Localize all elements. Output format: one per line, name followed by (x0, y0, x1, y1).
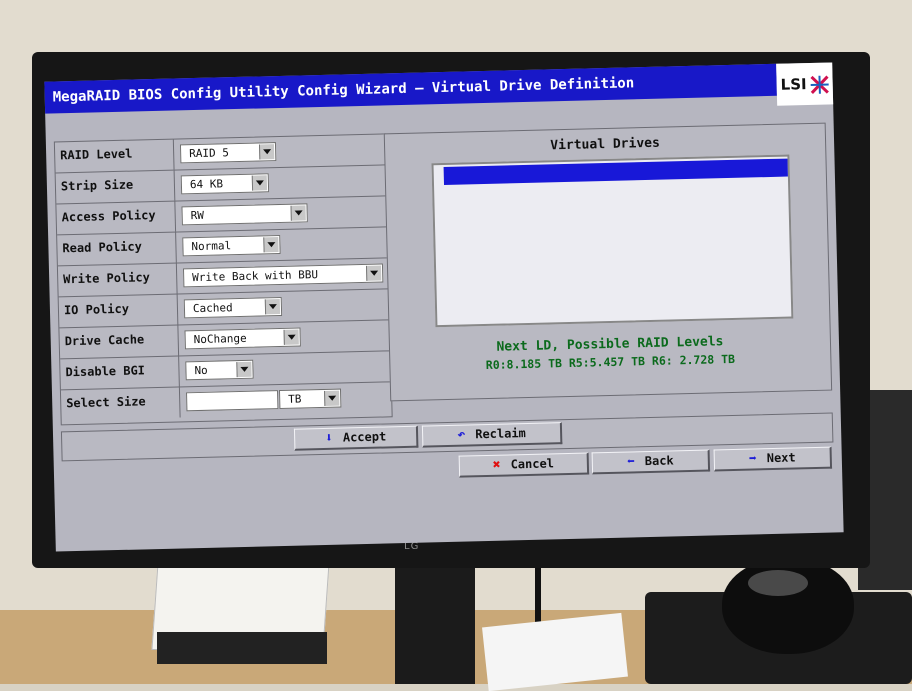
virtual-drives-title: Virtual Drives (550, 135, 661, 154)
virtual-drives-panel: Virtual Drives Next LD, Possible RAID Le… (383, 122, 833, 402)
monitor-stand (395, 560, 475, 684)
chevron-down-icon[interactable] (236, 361, 252, 378)
accept-button[interactable]: ⬇ Accept (293, 425, 419, 451)
io-policy-dropdown[interactable]: Cached (183, 296, 283, 319)
red-x-icon: ✖ (492, 457, 501, 473)
size-unit-dropdown[interactable]: TB (278, 388, 342, 410)
accept-label: Accept (342, 429, 387, 445)
drive-cache-label: Drive Cache (64, 332, 145, 349)
lsi-logo: LSI (776, 62, 834, 106)
right-arrow-icon: ➡ (748, 451, 757, 467)
select-size-label: Select Size (66, 394, 146, 411)
strip-size-dropdown[interactable]: 64 KB (180, 173, 270, 195)
desk-calendar-base (157, 632, 327, 664)
left-arrow-icon: ⬅ (626, 454, 635, 470)
cancel-label: Cancel (510, 456, 555, 472)
io-policy-value: Cached (192, 301, 233, 316)
access-policy-dropdown[interactable]: RW (181, 203, 308, 226)
disable-bgi-value: No (194, 363, 208, 378)
select-size-input[interactable] (186, 390, 279, 412)
access-policy-value: RW (190, 208, 205, 223)
write-policy-label: Write Policy (63, 270, 151, 287)
read-policy-label: Read Policy (62, 239, 143, 256)
write-policy-value: Write Back with BBU (192, 268, 319, 285)
virtual-drives-list[interactable] (431, 154, 794, 328)
computer-mouse (722, 558, 854, 654)
bios-screen: MegaRAID BIOS Config Utility Config Wiza… (44, 62, 844, 552)
lsi-logo-text: LSI (780, 75, 807, 94)
reclaim-label: Reclaim (475, 426, 526, 442)
raid-level-label: RAID Level (60, 146, 133, 163)
chevron-down-icon[interactable] (263, 237, 279, 253)
next-label: Next (766, 450, 796, 466)
chevron-down-icon[interactable] (264, 299, 281, 315)
raid-level-dropdown[interactable]: RAID 5 (179, 142, 277, 164)
write-policy-dropdown[interactable]: Write Back with BBU (182, 263, 384, 288)
drive-cache-dropdown[interactable]: NoChange (184, 327, 301, 350)
drive-cache-value: NoChange (193, 331, 247, 347)
chevron-down-icon[interactable] (283, 329, 299, 345)
next-button[interactable]: ➡ Next (713, 446, 833, 472)
vd-definition-form: RAID Level RAID 5 Strip Size 64 KB Acces… (53, 133, 393, 426)
chevron-down-icon[interactable] (251, 175, 268, 191)
chevron-down-icon[interactable] (290, 205, 306, 221)
raid-level-value: RAID 5 (189, 146, 230, 161)
chevron-down-icon[interactable] (324, 390, 340, 406)
access-policy-label: Access Policy (61, 208, 156, 225)
io-policy-label: IO Policy (63, 301, 130, 318)
lsi-logo-mark-icon (810, 75, 829, 94)
reclaim-icon: ↶ (457, 427, 466, 443)
strip-size-value: 64 KB (189, 177, 224, 192)
chevron-down-icon[interactable] (258, 144, 275, 160)
strip-size-label: Strip Size (60, 177, 134, 194)
disable-bgi-dropdown[interactable]: No (185, 359, 254, 381)
size-unit-value: TB (288, 392, 302, 406)
chevron-down-icon[interactable] (365, 265, 382, 281)
list-item-selected[interactable] (443, 158, 788, 185)
reclaim-button[interactable]: ↶ Reclaim (421, 422, 563, 448)
disable-bgi-label: Disable BGI (65, 363, 146, 380)
back-button[interactable]: ⬅ Back (591, 449, 711, 475)
read-policy-value: Normal (191, 239, 232, 254)
read-policy-dropdown[interactable]: Normal (182, 234, 281, 257)
back-label: Back (644, 453, 674, 469)
cancel-button[interactable]: ✖ Cancel (458, 452, 590, 478)
down-arrow-icon: ⬇ (324, 430, 334, 446)
